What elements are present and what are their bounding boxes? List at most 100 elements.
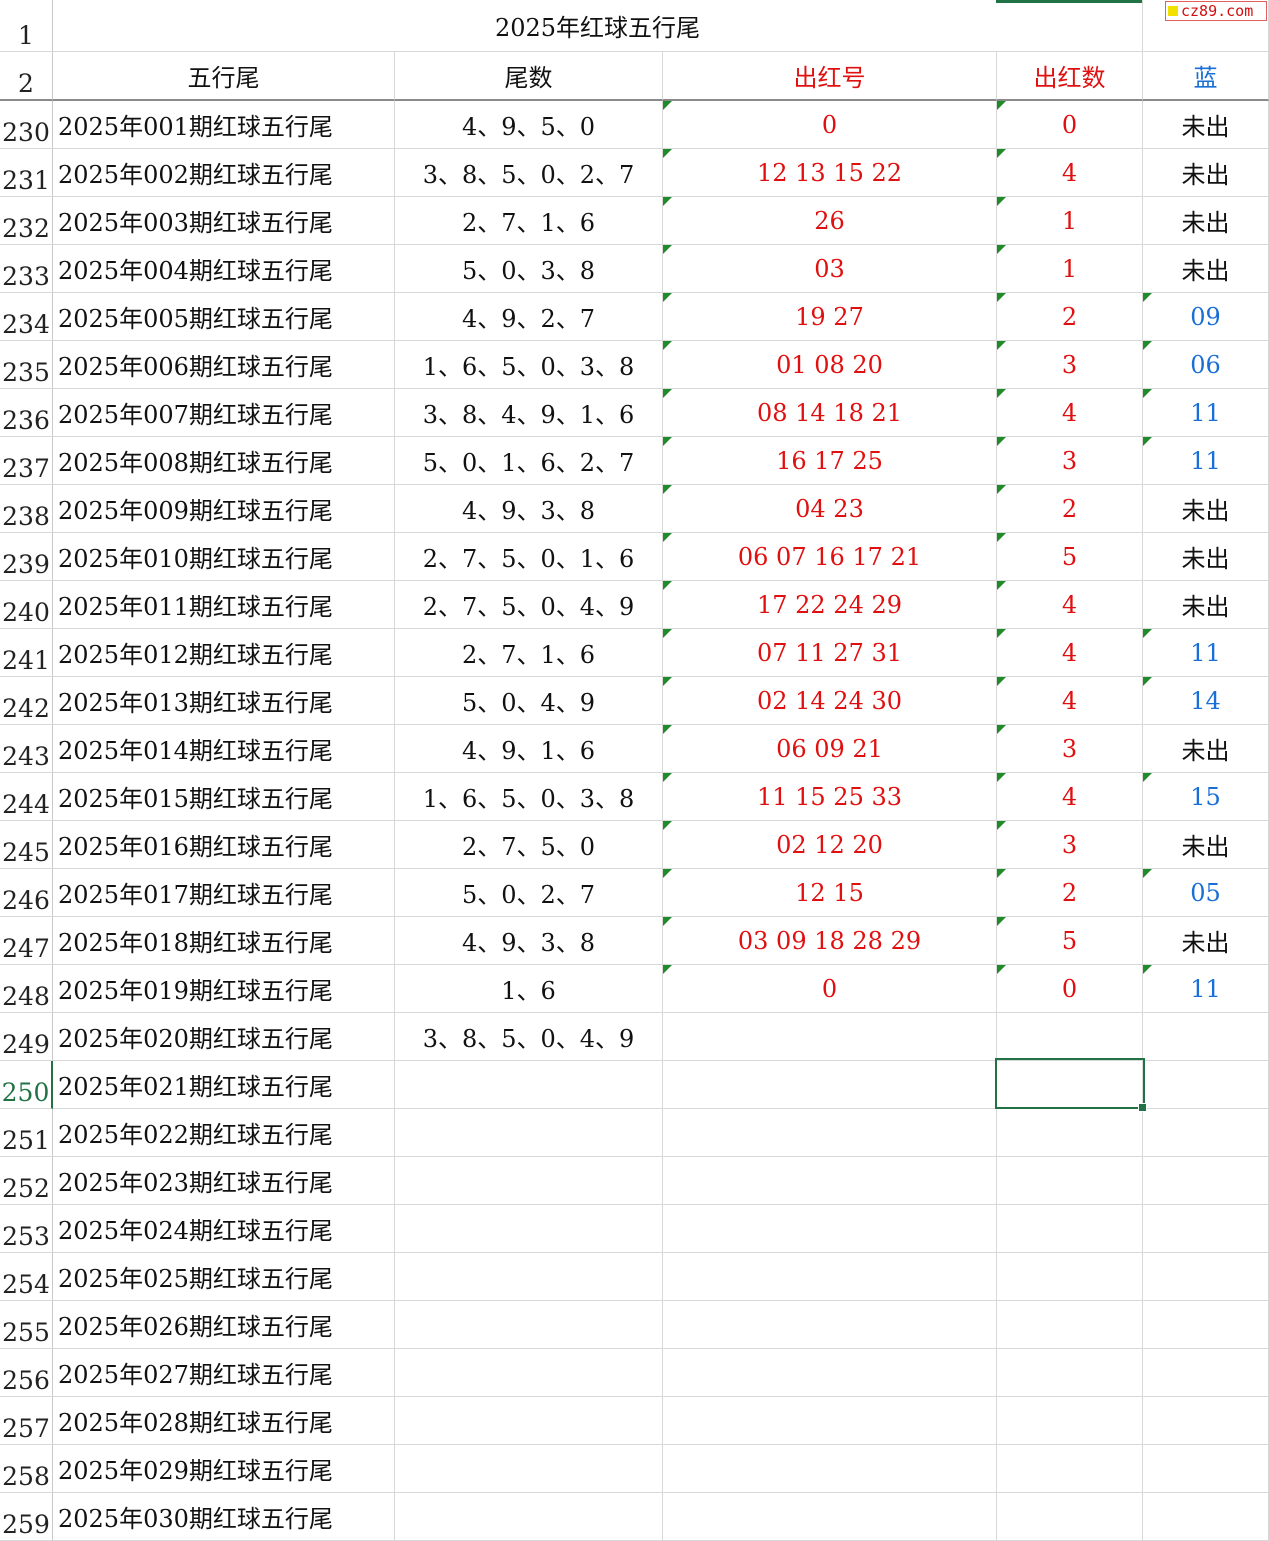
red-numbers-cell[interactable]: 0	[663, 101, 997, 149]
tail-digits-cell[interactable]	[395, 1445, 663, 1493]
tail-digits-cell[interactable]: 2、7、5、0、4、9	[395, 581, 663, 629]
header-weishu[interactable]: 尾数	[395, 52, 663, 101]
red-numbers-cell[interactable]: 06 07 16 17 21	[663, 533, 997, 581]
row-header[interactable]: 2	[0, 52, 53, 101]
row-header[interactable]: 254	[0, 1253, 53, 1301]
red-count-cell[interactable]	[997, 1109, 1143, 1157]
tail-digits-cell[interactable]: 3、8、4、9、1、6	[395, 389, 663, 437]
red-count-cell[interactable]: 3	[997, 725, 1143, 773]
tail-digits-cell[interactable]	[395, 1253, 663, 1301]
blue-ball-cell[interactable]	[1143, 1253, 1269, 1301]
red-numbers-cell[interactable]: 06 09 21	[663, 725, 997, 773]
blue-ball-cell[interactable]	[1143, 1013, 1269, 1061]
red-numbers-cell[interactable]	[663, 1205, 997, 1253]
red-numbers-cell[interactable]: 03 09 18 28 29	[663, 917, 997, 965]
red-count-cell[interactable]: 4	[997, 581, 1143, 629]
row-header[interactable]: 231	[0, 149, 53, 197]
row-header[interactable]: 239	[0, 533, 53, 581]
red-numbers-cell[interactable]	[663, 1061, 997, 1109]
blue-ball-cell[interactable]: 05	[1143, 869, 1269, 917]
row-header[interactable]: 249	[0, 1013, 53, 1061]
period-name-cell[interactable]: 2025年007期红球五行尾	[53, 389, 395, 437]
row-header[interactable]: 234	[0, 293, 53, 341]
period-name-cell[interactable]: 2025年026期红球五行尾	[53, 1301, 395, 1349]
header-lan[interactable]: 蓝	[1143, 52, 1269, 101]
red-count-cell[interactable]: 5	[997, 533, 1143, 581]
red-numbers-cell[interactable]: 02 12 20	[663, 821, 997, 869]
row-header[interactable]: 233	[0, 245, 53, 293]
red-count-cell[interactable]: 3	[997, 821, 1143, 869]
blue-ball-cell[interactable]: 未出	[1143, 917, 1269, 965]
period-name-cell[interactable]: 2025年020期红球五行尾	[53, 1013, 395, 1061]
red-numbers-cell[interactable]: 11 15 25 33	[663, 773, 997, 821]
red-numbers-cell[interactable]	[663, 1349, 997, 1397]
blue-ball-cell[interactable]: 09	[1143, 293, 1269, 341]
red-count-cell[interactable]	[997, 1397, 1143, 1445]
red-numbers-cell[interactable]: 01 08 20	[663, 341, 997, 389]
tail-digits-cell[interactable]: 3、8、5、0、4、9	[395, 1013, 663, 1061]
red-numbers-cell[interactable]	[663, 1301, 997, 1349]
row-header[interactable]: 258	[0, 1445, 53, 1493]
red-count-cell[interactable]: 4	[997, 773, 1143, 821]
period-name-cell[interactable]: 2025年016期红球五行尾	[53, 821, 395, 869]
blue-ball-cell[interactable]: 未出	[1143, 197, 1269, 245]
red-count-cell[interactable]: 1	[997, 245, 1143, 293]
period-name-cell[interactable]: 2025年022期红球五行尾	[53, 1109, 395, 1157]
spreadsheet-grid[interactable]: 1 2025年红球五行尾 2 五行尾 尾数 出红号 出红数 蓝 230 2025年…	[0, 0, 1269, 1541]
blue-ball-cell[interactable]: 未出	[1143, 533, 1269, 581]
period-name-cell[interactable]: 2025年019期红球五行尾	[53, 965, 395, 1013]
period-name-cell[interactable]: 2025年004期红球五行尾	[53, 245, 395, 293]
tail-digits-cell[interactable]: 2、7、5、0、1、6	[395, 533, 663, 581]
blue-ball-cell[interactable]	[1143, 1205, 1269, 1253]
period-name-cell[interactable]: 2025年003期红球五行尾	[53, 197, 395, 245]
header-chuhonghao[interactable]: 出红号	[663, 52, 997, 101]
period-name-cell[interactable]: 2025年021期红球五行尾	[53, 1061, 395, 1109]
red-numbers-cell[interactable]	[663, 1013, 997, 1061]
blue-ball-cell[interactable]: 06	[1143, 341, 1269, 389]
blue-ball-cell[interactable]: 未出	[1143, 821, 1269, 869]
period-name-cell[interactable]: 2025年025期红球五行尾	[53, 1253, 395, 1301]
tail-digits-cell[interactable]	[395, 1061, 663, 1109]
row-header[interactable]: 236	[0, 389, 53, 437]
fill-handle[interactable]	[1138, 1103, 1147, 1112]
red-count-cell[interactable]	[997, 1445, 1143, 1493]
period-name-cell[interactable]: 2025年015期红球五行尾	[53, 773, 395, 821]
tail-digits-cell[interactable]: 4、9、5、0	[395, 101, 663, 149]
period-name-cell[interactable]: 2025年012期红球五行尾	[53, 629, 395, 677]
red-numbers-cell[interactable]: 02 14 24 30	[663, 677, 997, 725]
tail-digits-cell[interactable]: 3、8、5、0、2、7	[395, 149, 663, 197]
blue-ball-cell[interactable]: 未出	[1143, 245, 1269, 293]
red-numbers-cell[interactable]: 26	[663, 197, 997, 245]
tail-digits-cell[interactable]	[395, 1349, 663, 1397]
red-numbers-cell[interactable]	[663, 1253, 997, 1301]
period-name-cell[interactable]: 2025年029期红球五行尾	[53, 1445, 395, 1493]
tail-digits-cell[interactable]	[395, 1301, 663, 1349]
row-header[interactable]: 240	[0, 581, 53, 629]
blue-ball-cell[interactable]: 未出	[1143, 485, 1269, 533]
blue-ball-cell[interactable]	[1143, 1301, 1269, 1349]
blue-ball-cell[interactable]	[1143, 1109, 1269, 1157]
row-header[interactable]: 252	[0, 1157, 53, 1205]
red-count-cell[interactable]: 4	[997, 629, 1143, 677]
blue-ball-cell[interactable]: 11	[1143, 389, 1269, 437]
period-name-cell[interactable]: 2025年009期红球五行尾	[53, 485, 395, 533]
blue-ball-cell[interactable]: 14	[1143, 677, 1269, 725]
period-name-cell[interactable]: 2025年023期红球五行尾	[53, 1157, 395, 1205]
red-numbers-cell[interactable]: 04 23	[663, 485, 997, 533]
period-name-cell[interactable]: 2025年028期红球五行尾	[53, 1397, 395, 1445]
blue-ball-cell[interactable]: 未出	[1143, 725, 1269, 773]
blue-ball-cell[interactable]	[1143, 1397, 1269, 1445]
red-count-cell[interactable]	[997, 1493, 1143, 1541]
row-header[interactable]: 244	[0, 773, 53, 821]
tail-digits-cell[interactable]	[395, 1205, 663, 1253]
blue-ball-cell[interactable]	[1143, 1493, 1269, 1541]
tail-digits-cell[interactable]: 4、9、2、7	[395, 293, 663, 341]
row-header[interactable]: 250	[0, 1061, 53, 1109]
blue-ball-cell[interactable]: 未出	[1143, 149, 1269, 197]
period-name-cell[interactable]: 2025年001期红球五行尾	[53, 101, 395, 149]
tail-digits-cell[interactable]: 1、6、5、0、3、8	[395, 773, 663, 821]
blue-ball-cell[interactable]	[1143, 1061, 1269, 1109]
blue-ball-cell[interactable]: 未出	[1143, 101, 1269, 149]
period-name-cell[interactable]: 2025年006期红球五行尾	[53, 341, 395, 389]
row-header[interactable]: 243	[0, 725, 53, 773]
